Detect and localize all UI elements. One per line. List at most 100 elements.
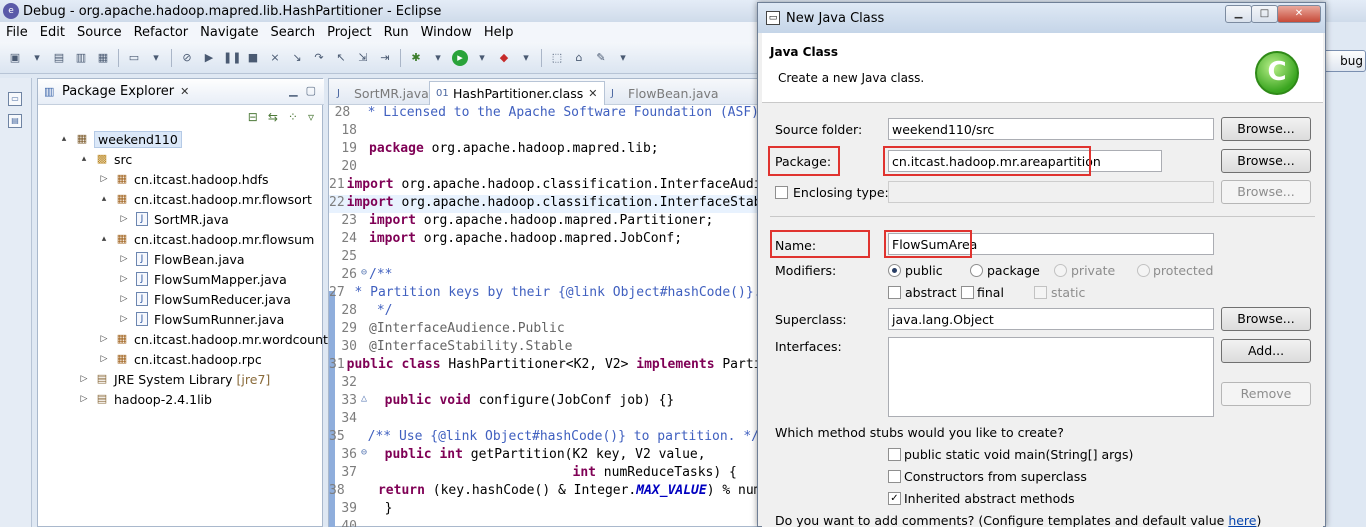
package-radio[interactable]	[970, 264, 983, 277]
main-method-checkbox[interactable]	[888, 448, 901, 461]
collapsed-arrow-icon[interactable]: ▷	[98, 334, 110, 344]
fold-marker-icon[interactable]: ⊖	[359, 447, 369, 465]
drop-to-frame-icon[interactable]: ⇲	[355, 50, 371, 66]
dropdown-arrow-icon[interactable]: ▾	[148, 50, 164, 66]
save-icon[interactable]: ▤	[51, 50, 67, 66]
collapsed-arrow-icon[interactable]: ▷	[98, 174, 110, 184]
static-checkbox[interactable]	[1034, 286, 1047, 299]
interfaces-list[interactable]	[888, 337, 1214, 417]
step-return-icon[interactable]: ↖	[333, 50, 349, 66]
disconnect-icon[interactable]: ⨯	[267, 50, 283, 66]
debug-perspective-button[interactable]: bug	[1322, 50, 1366, 72]
final-checkbox[interactable]	[961, 286, 974, 299]
tree-item[interactable]: ▴ ▦ cn.itcast.hadoop.mr.flowsort	[98, 189, 312, 209]
dropdown-arrow-icon[interactable]: ▾	[430, 50, 446, 66]
constructors-checkbox[interactable]	[888, 470, 901, 483]
save-all-icon[interactable]: ▥	[73, 50, 89, 66]
menu-edit[interactable]: Edit	[34, 25, 71, 40]
console-icon[interactable]: ▭	[126, 50, 142, 66]
superclass-browse-button[interactable]: Browse...	[1221, 307, 1311, 331]
add-interface-button[interactable]: Add...	[1221, 339, 1311, 363]
enclosing-type-browse-button[interactable]: Browse...	[1221, 180, 1311, 204]
dropdown-arrow-icon[interactable]: ▾	[29, 50, 45, 66]
new-java-project-icon[interactable]: ⬚	[549, 50, 565, 66]
enclosing-type-input[interactable]	[888, 181, 1214, 203]
terminate-icon[interactable]: ■	[245, 50, 261, 66]
outline-view-icon[interactable]: ▤	[8, 114, 22, 128]
tree-item[interactable]: ▴ ▩ src	[78, 149, 133, 169]
menu-navigate[interactable]: Navigate	[194, 25, 264, 40]
menu-help[interactable]: Help	[478, 25, 520, 40]
tree-item[interactable]: ▷ ▤ JRE System Library [jre7]	[78, 369, 271, 389]
tree-item[interactable]: ▷ J FlowSumRunner.java	[118, 309, 285, 329]
collapsed-arrow-icon[interactable]: ▷	[78, 374, 90, 384]
print-icon[interactable]: ▦	[95, 50, 111, 66]
menu-source[interactable]: Source	[71, 25, 128, 40]
collapsed-arrow-icon[interactable]: ▷	[98, 354, 110, 364]
collapse-all-icon[interactable]: ⊟	[248, 110, 258, 124]
restore-view-icon[interactable]: ▭	[8, 92, 22, 106]
open-folder-icon[interactable]: ⌂	[571, 50, 587, 66]
source-folder-input[interactable]: weekend110/src	[888, 118, 1214, 140]
run-icon[interactable]: ▸	[452, 49, 468, 66]
package-browse-button[interactable]: Browse...	[1221, 149, 1311, 173]
use-step-filters-icon[interactable]: ⇥	[377, 50, 393, 66]
configure-templates-link[interactable]: here	[1228, 513, 1256, 527]
collapsed-arrow-icon[interactable]: ▷	[78, 394, 90, 404]
tab-sortmr[interactable]: J SortMR.java	[331, 81, 435, 105]
menu-refactor[interactable]: Refactor	[128, 25, 195, 40]
filters-icon[interactable]: ⁘	[288, 110, 298, 124]
package-explorer-tab[interactable]: ▥ Package Explorer ✕ ▁ ▢	[38, 79, 324, 105]
tree-item[interactable]: ▷ J FlowSumReducer.java	[118, 289, 291, 309]
resume-icon[interactable]: ▶	[201, 50, 217, 66]
dropdown-arrow-icon[interactable]: ▾	[518, 50, 534, 66]
close-icon[interactable]: ✕	[180, 85, 189, 98]
tree-item[interactable]: ▷ J FlowSumMapper.java	[118, 269, 287, 289]
expanded-arrow-icon[interactable]: ▴	[58, 134, 70, 144]
menu-project[interactable]: Project	[321, 25, 377, 40]
tree-item[interactable]: ▴ ▦ weekend110	[58, 129, 182, 149]
new-wizard-icon[interactable]: ▣	[7, 50, 23, 66]
inherited-methods-checkbox[interactable]: ✓	[888, 492, 901, 505]
tree-item[interactable]: ▷ J FlowBean.java	[118, 249, 245, 269]
close-icon[interactable]: ✕	[588, 87, 597, 100]
tab-hashpartitioner[interactable]: 01 HashPartitioner.class ✕	[429, 81, 605, 105]
skip-breakpoints-icon[interactable]: ⊘	[179, 50, 195, 66]
tree-item[interactable]: ▴ ▦ cn.itcast.hadoop.mr.flowsum	[98, 229, 315, 249]
menu-window[interactable]: Window	[415, 25, 478, 40]
maximize-icon[interactable]: □	[1251, 5, 1278, 23]
suspend-icon[interactable]: ❚❚	[223, 50, 241, 66]
collapsed-arrow-icon[interactable]: ▷	[118, 254, 130, 264]
minimize-icon[interactable]: ▁	[1225, 5, 1252, 23]
expanded-arrow-icon[interactable]: ▴	[98, 194, 110, 204]
tab-flowbean[interactable]: J FlowBean.java	[605, 81, 725, 105]
remove-interface-button[interactable]: Remove	[1221, 382, 1311, 406]
tree-item[interactable]: ▷ ▦ cn.itcast.hadoop.mr.wordcount	[98, 329, 328, 349]
abstract-checkbox[interactable]	[888, 286, 901, 299]
menu-search[interactable]: Search	[264, 25, 321, 40]
debug-icon[interactable]: ✱	[408, 50, 424, 66]
close-icon[interactable]: ✕	[1277, 5, 1321, 23]
link-with-editor-icon[interactable]: ⇆	[268, 110, 278, 124]
tree-item[interactable]: ▷ ▤ hadoop-2.4.1lib	[78, 389, 212, 409]
protected-radio[interactable]	[1137, 264, 1150, 277]
public-radio[interactable]	[888, 264, 901, 277]
step-over-icon[interactable]: ↷	[311, 50, 327, 66]
maximize-view-icon[interactable]: ▢	[306, 84, 316, 97]
fold-marker-icon[interactable]: △	[359, 393, 369, 411]
code-text[interactable]: 28 * Licensed to the Apache Software Fou…	[329, 105, 887, 527]
tree-item[interactable]: ▷ J SortMR.java	[118, 209, 229, 229]
minimize-view-icon[interactable]: ▁	[289, 84, 297, 97]
external-tools-icon[interactable]: ◆	[496, 50, 512, 66]
fold-marker-icon[interactable]: ⊖	[359, 267, 369, 285]
step-into-icon[interactable]: ↘	[289, 50, 305, 66]
dropdown-arrow-icon[interactable]: ▾	[615, 50, 631, 66]
expanded-arrow-icon[interactable]: ▴	[78, 154, 90, 164]
dropdown-arrow-icon[interactable]: ▾	[474, 50, 490, 66]
private-radio[interactable]	[1054, 264, 1067, 277]
expanded-arrow-icon[interactable]: ▴	[98, 234, 110, 244]
menu-run[interactable]: Run	[378, 25, 415, 40]
collapsed-arrow-icon[interactable]: ▷	[118, 314, 130, 324]
enclosing-type-checkbox[interactable]	[775, 186, 788, 199]
view-menu-icon[interactable]: ▿	[308, 110, 314, 124]
